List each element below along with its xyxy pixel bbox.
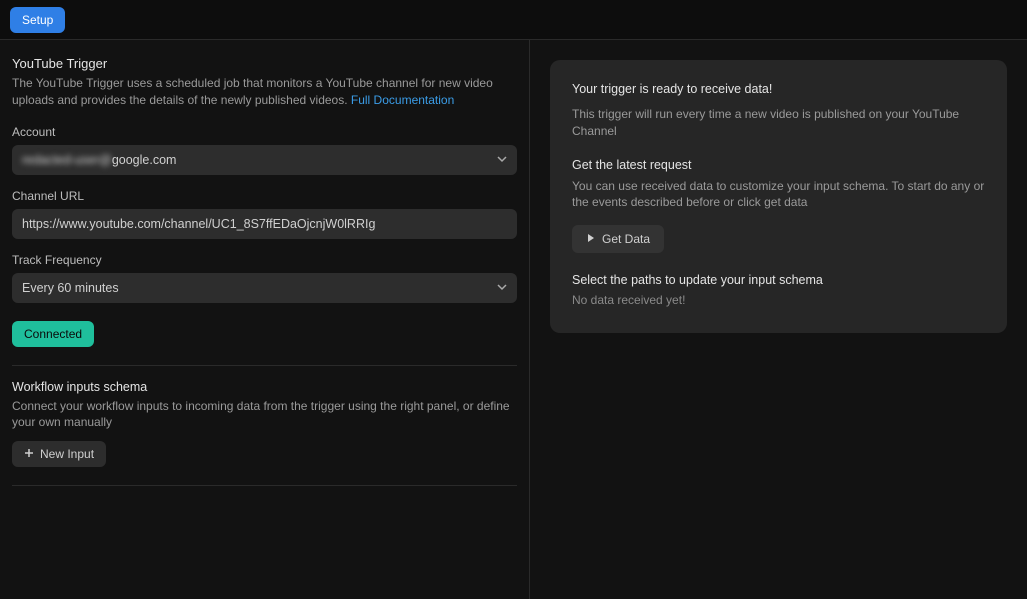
full-documentation-link[interactable]: Full Documentation (351, 93, 454, 107)
new-input-button[interactable]: New Input (12, 441, 106, 467)
divider (12, 365, 517, 366)
get-data-button[interactable]: Get Data (572, 225, 664, 253)
left-pane: YouTube Trigger The YouTube Trigger uses… (0, 40, 530, 599)
latest-request-text: You can use received data to customize y… (572, 178, 985, 212)
account-value: redacted-user@google.com (22, 153, 176, 167)
channel-url-label: Channel URL (12, 189, 517, 203)
trigger-description: The YouTube Trigger uses a scheduled job… (12, 75, 517, 109)
plus-icon (24, 447, 34, 461)
account-label: Account (12, 125, 517, 139)
get-data-label: Get Data (602, 232, 650, 246)
account-value-hidden: redacted-user@ (22, 153, 112, 167)
workflow-inputs-description: Connect your workflow inputs to incoming… (12, 398, 517, 432)
chevron-down-icon (497, 153, 507, 167)
track-frequency-select[interactable]: Every 60 minutes (12, 273, 517, 303)
main-area: YouTube Trigger The YouTube Trigger uses… (0, 40, 1027, 599)
track-frequency-value: Every 60 minutes (22, 281, 119, 295)
track-frequency-label: Track Frequency (12, 253, 517, 267)
topbar: Setup (0, 0, 1027, 40)
channel-url-value: https://www.youtube.com/channel/UC1_8S7f… (22, 217, 375, 231)
schema-paths-heading: Select the paths to update your input sc… (572, 273, 985, 287)
latest-request-heading: Get the latest request (572, 158, 985, 172)
right-pane: Your trigger is ready to receive data! T… (530, 40, 1027, 599)
trigger-title: YouTube Trigger (12, 56, 517, 71)
setup-button[interactable]: Setup (10, 7, 65, 33)
ready-text: This trigger will run every time a new v… (572, 106, 985, 140)
no-data-text: No data received yet! (572, 293, 985, 307)
channel-url-input[interactable]: https://www.youtube.com/channel/UC1_8S7f… (12, 209, 517, 239)
connected-button[interactable]: Connected (12, 321, 94, 347)
play-icon (586, 232, 596, 246)
divider (12, 485, 517, 486)
ready-heading: Your trigger is ready to receive data! (572, 82, 985, 96)
workflow-inputs-title: Workflow inputs schema (12, 380, 517, 394)
chevron-down-icon (497, 281, 507, 295)
account-select[interactable]: redacted-user@google.com (12, 145, 517, 175)
account-value-visible: google.com (112, 153, 177, 167)
right-card: Your trigger is ready to receive data! T… (550, 60, 1007, 333)
new-input-label: New Input (40, 447, 94, 461)
